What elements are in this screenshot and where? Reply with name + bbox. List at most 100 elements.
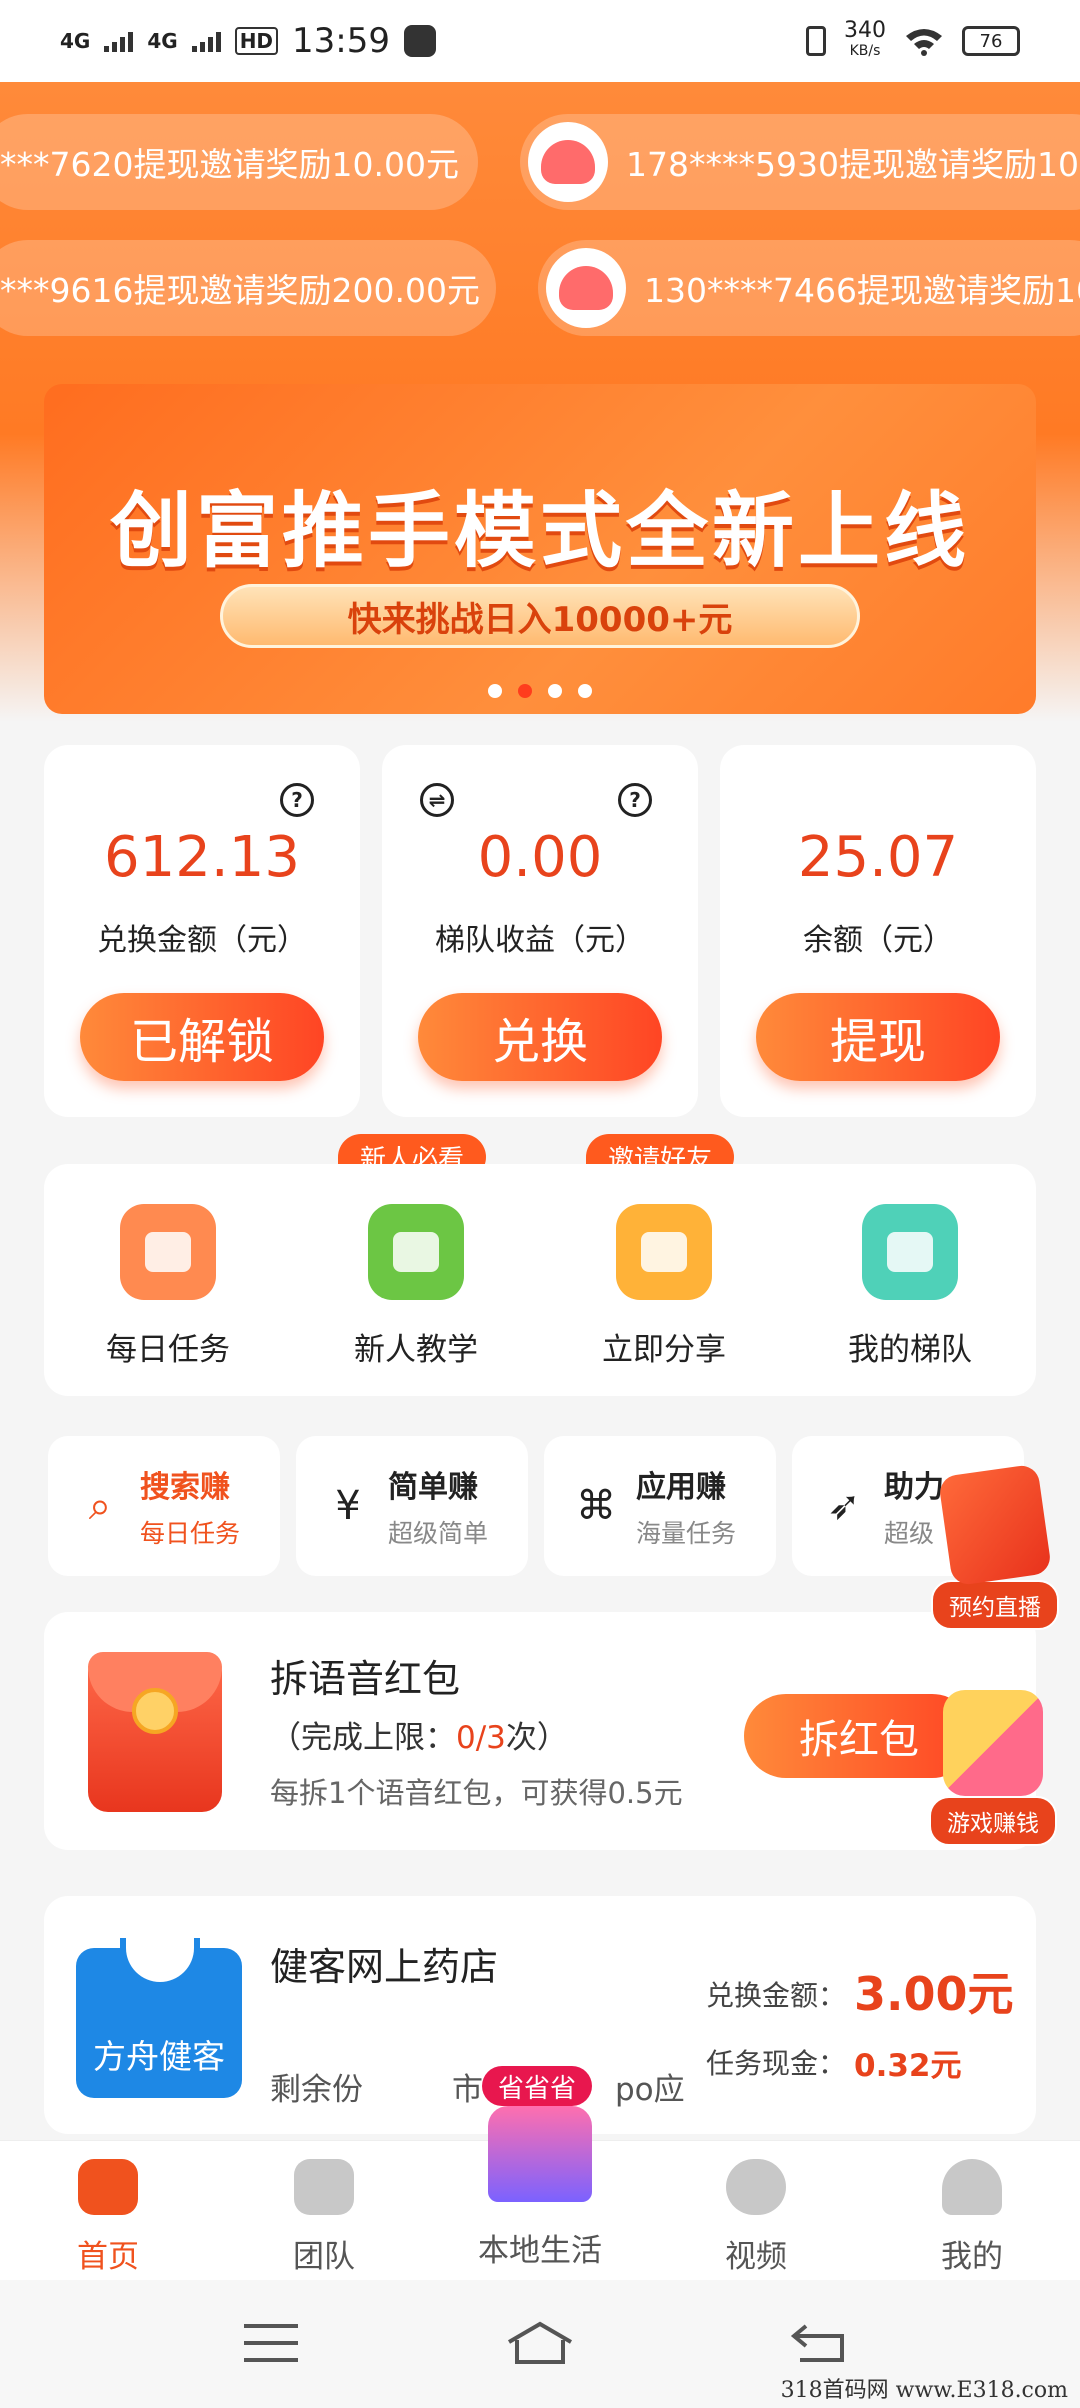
stat-value: 25.07 [797, 825, 959, 890]
my-team-button[interactable]: 我的梯队 [810, 1204, 1010, 1369]
back-icon[interactable] [786, 2320, 856, 2366]
battery-icon: 76 [962, 26, 1020, 56]
nav-local-life[interactable]: 本地生活 [460, 2225, 620, 2270]
share-now-button[interactable]: 立即分享 [564, 1204, 764, 1369]
unlocked-button[interactable]: 已解锁 [80, 993, 324, 1081]
carousel-dot[interactable] [578, 684, 592, 698]
play-icon [120, 1204, 216, 1300]
task-cash-label: 任务现金： [706, 2047, 847, 2080]
home-nav-icon[interactable] [505, 2320, 575, 2366]
nav-team[interactable]: 团队 [244, 2159, 404, 2276]
tab-app-earn[interactable]: ⌘ 应用赚 海量任务 [544, 1436, 776, 1576]
nav-label: 团队 [293, 2239, 355, 2275]
task-cash-value: 0.32元 [854, 2048, 962, 2084]
voice-red-packet-card: 拆语音红包 （完成上限：0/3次） 每拆1个语音红包，可获得0.5元 拆红包 [44, 1612, 1036, 1850]
hd-icon: HD [234, 27, 279, 55]
task-title: 健客网上药店 [270, 1945, 499, 1989]
remaining-label: 剩余份 [270, 2072, 363, 2108]
app-notification-icon [404, 25, 437, 57]
carousel-dot[interactable] [488, 684, 502, 698]
speed-value: 340 [844, 18, 886, 43]
avatar [546, 248, 626, 328]
exchange-button[interactable]: 兑换 [418, 993, 662, 1081]
profile-icon [942, 2159, 1002, 2215]
ticker-item: ***9616提现邀请奖励200.00元 [0, 240, 496, 336]
nav-profile[interactable]: 我的 [892, 2159, 1052, 2276]
tab-search-earn[interactable]: ⌕ 搜索赚 每日任务 [48, 1436, 280, 1576]
quick-action-label: 新人教学 [354, 1332, 478, 1368]
tab-simple-earn[interactable]: ¥ 简单赚 超级简单 [296, 1436, 528, 1576]
stat-label: 兑换金额（元） [97, 923, 307, 958]
logo-text: 方舟健客 [93, 2037, 225, 2076]
ticker-item: 130****7466提现邀请奖励10. [538, 240, 1080, 336]
limit-suffix: 次） [505, 1720, 568, 1756]
ticker-text: 130****7466提现邀请奖励10. [644, 271, 1080, 310]
stat-value: 612.13 [104, 825, 300, 890]
vibrate-icon [806, 26, 826, 56]
ticker-item: ***7620提现邀请奖励10.00元 [0, 114, 478, 210]
stat-label: 余额（元） [803, 923, 953, 958]
home-icon [78, 2159, 138, 2215]
speed-unit: KB/s [849, 43, 881, 59]
live-reservation-float[interactable]: 预约直播 [920, 1463, 1070, 1630]
pharmacy-logo: 方舟健客 [76, 1938, 242, 2098]
game-earn-label: 游戏赚钱 [929, 1796, 1057, 1846]
banner-title: 创富推手模式全新上线 [109, 484, 970, 579]
watermark: 318首码网 www.E318.com [780, 2378, 1068, 2403]
promo-banner[interactable]: 创富推手模式全新上线 快来挑战日入10000+元 [44, 384, 1036, 714]
avatar [528, 122, 608, 202]
limit-value: 0/3 [456, 1720, 506, 1756]
nav-home[interactable]: 首页 [28, 2159, 188, 2276]
market-text: 市 [452, 2072, 483, 2108]
quick-actions-panel: 每日任务 新人教学 立即分享 我的梯队 [44, 1164, 1036, 1396]
limit-prefix: （完成上限： [270, 1720, 456, 1756]
image-icon [616, 1204, 712, 1300]
tab-title: 应用赚 [636, 1470, 726, 1505]
status-bar: 4G 4G HD 13:59 340 KB/s 76 [0, 0, 1080, 82]
signal-icon-2 [191, 30, 221, 52]
network-speed: 340 KB/s [844, 20, 886, 60]
game-cube-icon [943, 1690, 1043, 1796]
packet-description: 每拆1个语音红包，可获得0.5元 [270, 1776, 683, 1810]
swap-icon[interactable]: ⇌ [420, 783, 454, 817]
clock: 13:59 [292, 21, 391, 61]
quick-action-label: 我的梯队 [848, 1332, 972, 1368]
help-icon[interactable]: ? [618, 783, 652, 817]
yen-icon: ¥ [335, 1483, 361, 1529]
carousel-dot-active[interactable] [518, 684, 532, 698]
nav-label: 视频 [725, 2239, 787, 2275]
signal-icon [104, 30, 134, 52]
exchange-amount-card: ? 612.13 兑换金额（元） 已解锁 [44, 745, 360, 1117]
balance-card: 25.07 余额（元） 提现 [720, 745, 1036, 1117]
help-icon[interactable]: ? [280, 783, 314, 817]
live-reservation-label: 预约直播 [931, 1580, 1059, 1630]
exchange-amount-value: 3.00元 [854, 1967, 1014, 2021]
stat-value: 0.00 [477, 825, 603, 890]
team-icon [294, 2159, 354, 2215]
search-icon: ⌕ [88, 1483, 112, 1529]
rocket-icon: ➶ [827, 1483, 861, 1529]
live-video-icon [937, 1463, 1053, 1587]
ticker-text: 178****5930提现邀请奖励10.0 [626, 145, 1080, 184]
game-earn-float[interactable]: 游戏赚钱 [918, 1690, 1068, 1846]
save-badge: 省省省 [482, 2066, 593, 2106]
withdraw-button[interactable]: 提现 [756, 993, 1000, 1081]
newcomer-tutorial-button[interactable]: 新人教学 [316, 1204, 516, 1369]
team-earnings-card: ⇌ ? 0.00 梯队收益（元） 兑换 [382, 745, 698, 1117]
quick-action-label: 每日任务 [106, 1332, 230, 1368]
ticker-text: ***7620提现邀请奖励10.00元 [0, 145, 459, 184]
nav-video[interactable]: 视频 [676, 2159, 836, 2276]
exchange-amount-label: 兑换金额： [706, 1979, 847, 2012]
red-envelope-icon [88, 1652, 222, 1812]
ticker-text: ***9616提现邀请奖励200.00元 [0, 271, 480, 310]
daily-tasks-button[interactable]: 每日任务 [68, 1204, 268, 1369]
menu-icon[interactable] [236, 2320, 306, 2366]
packet-limit: （完成上限：0/3次） [270, 1712, 568, 1757]
ticker-item: 178****5930提现邀请奖励10.0 [520, 114, 1080, 210]
shop-icon[interactable] [488, 2106, 592, 2202]
stat-label: 梯队收益（元） [435, 923, 645, 958]
packet-title: 拆语音红包 [270, 1657, 461, 1701]
tab-title: 简单赚 [388, 1470, 478, 1505]
quick-action-label: 立即分享 [602, 1332, 726, 1368]
carousel-dot[interactable] [548, 684, 562, 698]
